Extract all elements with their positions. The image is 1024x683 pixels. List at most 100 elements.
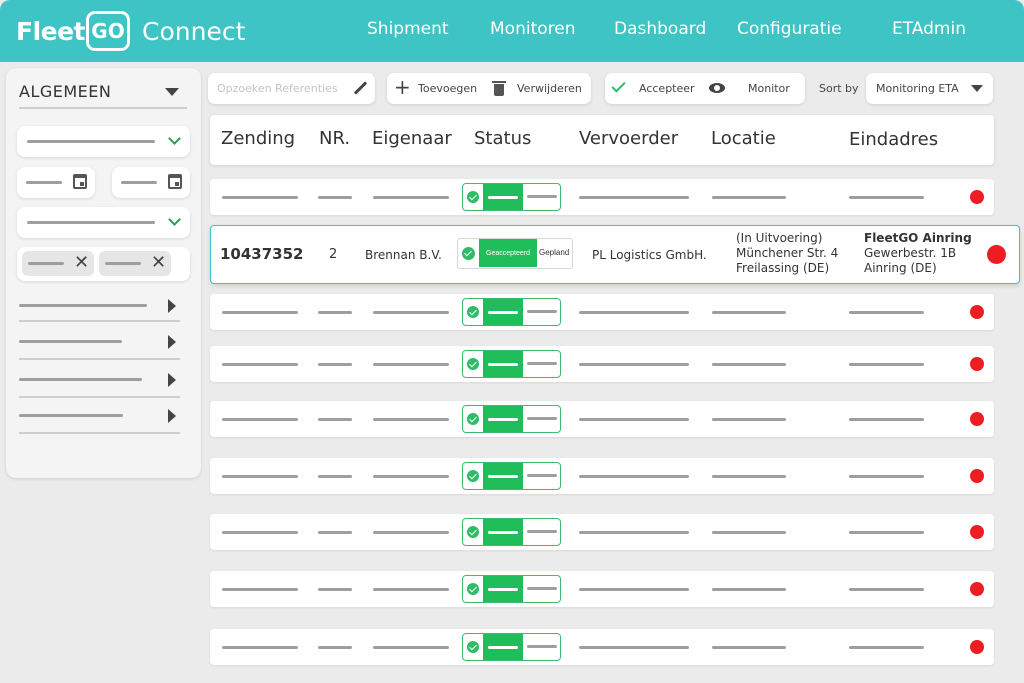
placeholder-cell [579, 311, 689, 314]
column-header-status[interactable]: Status [474, 128, 531, 149]
status-tracker [462, 462, 561, 490]
column-header-vervoerder[interactable]: Vervoerder [579, 128, 678, 149]
status-tracker [462, 575, 561, 603]
sort-dropdown[interactable]: Monitoring ETA [866, 73, 993, 104]
triangle-right-icon[interactable] [168, 409, 176, 423]
accept-button[interactable]: Accepteer [639, 82, 695, 95]
top-navigation-bar: Fleet GO Connect Shipment Monitoren Dash… [0, 0, 1024, 62]
tag-filter-box[interactable]: ✕ ✕ [17, 247, 190, 281]
status-active-segment [483, 634, 523, 660]
placeholder-cell [712, 531, 786, 534]
date-from-field[interactable] [17, 167, 95, 198]
placeholder-cell [849, 196, 924, 199]
alert-status-dot [970, 640, 984, 654]
status-next-segment [527, 362, 557, 365]
calendar-icon[interactable] [73, 174, 87, 189]
table-row[interactable] [210, 294, 994, 330]
column-header-zending[interactable]: Zending [221, 128, 295, 149]
table-row[interactable] [210, 571, 994, 607]
alert-status-dot [987, 245, 1006, 264]
table-row[interactable] [210, 458, 994, 494]
column-header-nr[interactable]: NR. [319, 128, 350, 149]
delete-button[interactable]: Verwijderen [517, 82, 582, 95]
search-input[interactable]: Opzoeken Referenties [217, 82, 338, 95]
table-header: Zending NR. Eigenaar Status Vervoerder L… [210, 115, 994, 165]
logo-go-badge: GO [86, 11, 131, 51]
filter-dropdown-2[interactable] [17, 207, 190, 238]
column-header-locatie[interactable]: Locatie [711, 128, 776, 149]
placeholder-cell [373, 531, 449, 534]
close-icon[interactable]: ✕ [151, 254, 166, 272]
nav-shipment[interactable]: Shipment [367, 19, 449, 39]
table-row[interactable] [210, 514, 994, 550]
triangle-right-icon[interactable] [168, 373, 176, 387]
alert-status-dot [970, 582, 984, 596]
cell-zending: 10437352 [220, 245, 304, 263]
collapsed-section-label [19, 340, 122, 343]
eye-icon[interactable] [709, 83, 725, 93]
cell-nr: 2 [329, 247, 338, 262]
status-active-segment [483, 351, 523, 377]
table-row[interactable] [210, 401, 994, 437]
column-header-eindadres[interactable]: Eindadres [849, 129, 938, 150]
placeholder-cell [849, 363, 924, 366]
placeholder-cell [318, 418, 352, 421]
caret-down-icon[interactable] [971, 85, 983, 92]
status-tracker [462, 298, 561, 326]
cell-eindadres-city: Ainring (DE) [864, 261, 937, 275]
trash-icon[interactable] [492, 81, 506, 96]
collapsed-section-label [19, 304, 147, 307]
table-row[interactable] [210, 179, 994, 215]
status-active-segment [483, 406, 523, 432]
placeholder-cell [579, 475, 689, 478]
placeholder-cell [712, 588, 786, 591]
placeholder-cell [373, 363, 449, 366]
status-next-segment [527, 417, 557, 420]
placeholder-cell [579, 646, 689, 649]
table-row[interactable] [210, 346, 994, 382]
nav-dashboard[interactable]: Dashboard [614, 19, 706, 39]
cell-locatie-street: Münchener Str. 4 [736, 246, 839, 260]
column-header-eigenaar[interactable]: Eigenaar [372, 128, 452, 149]
status-next-segment [527, 587, 557, 590]
plus-icon[interactable]: + [394, 77, 411, 97]
logo-fleet-text: Fleet [16, 16, 86, 46]
fleetgo-logo[interactable]: Fleet GO Connect [16, 9, 245, 53]
nav-configuratie[interactable]: Configuratie [737, 19, 842, 39]
sidebar-heading[interactable]: ALGEMEEN [19, 82, 111, 101]
triangle-right-icon[interactable] [168, 299, 176, 313]
calendar-icon[interactable] [168, 174, 182, 189]
nav-etadmin[interactable]: ETAdmin [892, 19, 966, 39]
check-icon[interactable] [611, 78, 626, 93]
filter-dropdown-1[interactable] [17, 126, 190, 157]
reference-search-box[interactable]: Opzoeken Referenties [208, 73, 375, 104]
table-row[interactable] [210, 629, 994, 665]
status-next-segment [527, 530, 557, 533]
close-icon[interactable]: ✕ [74, 254, 89, 272]
status-active-segment [483, 576, 523, 602]
placeholder-cell [318, 588, 352, 591]
date-to-field[interactable] [112, 167, 190, 198]
placeholder-cell [712, 418, 786, 421]
placeholder-cell [318, 475, 352, 478]
add-delete-group: + Toevoegen Verwijderen [387, 73, 591, 104]
cell-eindadres-street: Gewerbestr. 1B [864, 246, 957, 260]
check-circle-icon [467, 470, 479, 482]
placeholder-bar [121, 181, 157, 184]
table-row-selected[interactable]: 10437352 2 Brennan B.V. Geaccepteerd Gep… [210, 225, 1020, 284]
placeholder-cell [712, 475, 786, 478]
nav-monitoren[interactable]: Monitoren [490, 19, 575, 39]
placeholder-cell [222, 475, 298, 478]
add-button[interactable]: Toevoegen [418, 82, 477, 95]
monitor-button[interactable]: Monitor [748, 82, 790, 95]
check-circle-icon [467, 358, 479, 370]
triangle-right-icon[interactable] [168, 335, 176, 349]
placeholder-cell [849, 531, 924, 534]
caret-down-icon[interactable] [165, 88, 179, 96]
placeholder-cell [318, 646, 352, 649]
placeholder-cell [579, 418, 689, 421]
status-tracker [462, 405, 561, 433]
cell-eindadres-name: FleetGO Ainring [864, 231, 972, 245]
pencil-icon[interactable] [353, 81, 368, 95]
status-tracker [462, 350, 561, 378]
